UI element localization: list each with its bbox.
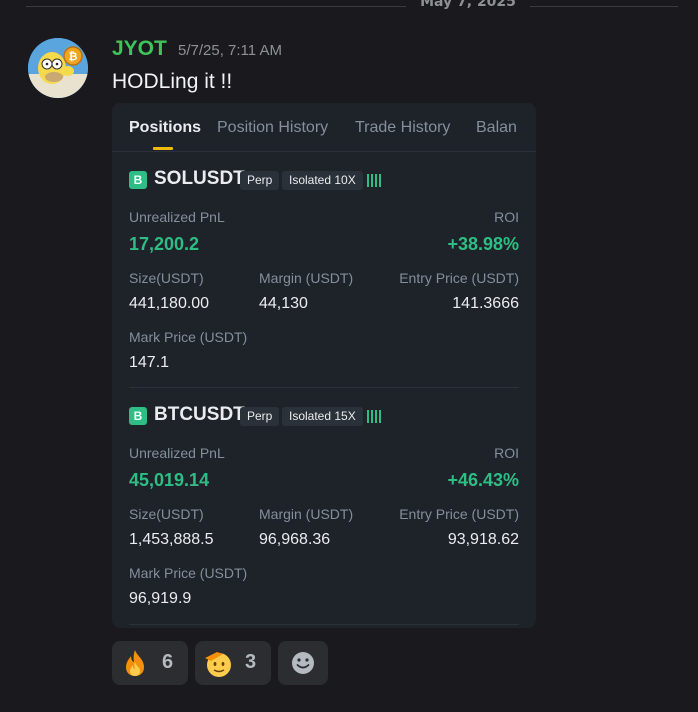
roi-value: +38.98% (447, 234, 519, 254)
mark-price-value: 96,919.9 (129, 590, 192, 607)
message-author[interactable]: JYOT (112, 37, 167, 61)
tab-trade-history[interactable]: Trade History (355, 119, 450, 137)
svg-text:₿: ₿ (69, 50, 78, 63)
signal-bars-icon (367, 173, 381, 187)
add-reaction-button[interactable] (278, 641, 328, 685)
position-item[interactable]: B SOLUSDT Perp Isolated 10X Unrealized P… (129, 168, 519, 371)
position-divider (129, 387, 519, 388)
unrealized-pnl-value: 17,200.2 (129, 234, 200, 254)
message-text: HODLing it !! (112, 70, 233, 93)
active-tab-indicator (153, 147, 173, 150)
avatar-image: ₿ (28, 38, 88, 98)
reaction-count: 6 (162, 651, 174, 673)
tab-balance[interactable]: Balan (476, 119, 517, 137)
date-divider: May 7, 2025 (0, 0, 698, 14)
divider-date: May 7, 2025 (420, 0, 516, 10)
perp-tag: Perp (240, 407, 280, 426)
size-label: Size(USDT) (129, 506, 204, 522)
reaction-count: 3 (245, 651, 257, 673)
mark-price-label: Mark Price (USDT) (129, 329, 248, 345)
binance-b-icon: B (129, 171, 147, 189)
message-timestamp: 5/7/25, 7:11 AM (178, 42, 282, 59)
avatar[interactable]: ₿ (28, 38, 88, 98)
margin-value: 96,968.36 (259, 531, 331, 548)
fire-emoji-icon (126, 650, 144, 676)
mark-price-value: 147.1 (129, 354, 170, 371)
entry-price-label: Entry Price (USDT) (399, 506, 519, 522)
size-value: 441,180.00 (129, 295, 210, 312)
margin-label: Margin (USDT) (259, 506, 354, 522)
reaction-salute[interactable]: 3 (195, 641, 271, 685)
unrealized-pnl-label: Unrealized PnL (129, 445, 225, 461)
chat-window: May 7, 2025 ₿ JYOT 5/7/25, 7:11 AM HODLi… (0, 0, 698, 712)
tab-position-history[interactable]: Position History (217, 119, 328, 137)
add-reaction-icon (292, 652, 314, 674)
positions-tabs: Positions Position History Trade History… (112, 103, 536, 152)
size-value: 1,453,888.5 (129, 531, 214, 548)
roi-value: +46.43% (447, 470, 519, 490)
margin-mode-tag: Isolated 10X (282, 171, 363, 190)
entry-price-label: Entry Price (USDT) (399, 270, 519, 286)
size-label: Size(USDT) (129, 270, 204, 286)
tab-positions[interactable]: Positions (129, 119, 201, 137)
position-divider (129, 624, 519, 625)
divider-line-right (530, 6, 678, 7)
perp-tag: Perp (240, 171, 280, 190)
entry-price-value: 141.3666 (452, 295, 519, 312)
roi-label: ROI (494, 445, 519, 461)
unrealized-pnl-label: Unrealized PnL (129, 209, 225, 225)
position-symbol: BTCUSDT (154, 404, 245, 425)
margin-mode-tag: Isolated 15X (282, 407, 363, 426)
positions-embed-card[interactable]: Positions Position History Trade History… (112, 103, 536, 628)
reaction-fire[interactable]: 6 (112, 641, 188, 685)
roi-label: ROI (494, 209, 519, 225)
mark-price-label: Mark Price (USDT) (129, 565, 248, 581)
entry-price-value: 93,918.62 (447, 531, 519, 548)
position-symbol: SOLUSDT (154, 168, 245, 189)
divider-line-left (26, 6, 406, 7)
signal-bars-icon (367, 409, 381, 423)
saluting-face-emoji-icon (205, 652, 231, 677)
position-item[interactable]: B BTCUSDT Perp Isolated 15X Unrealized P… (129, 404, 519, 607)
margin-value: 44,130 (259, 295, 308, 312)
binance-b-icon: B (129, 407, 147, 425)
margin-label: Margin (USDT) (259, 270, 354, 286)
unrealized-pnl-value: 45,019.14 (129, 470, 210, 490)
